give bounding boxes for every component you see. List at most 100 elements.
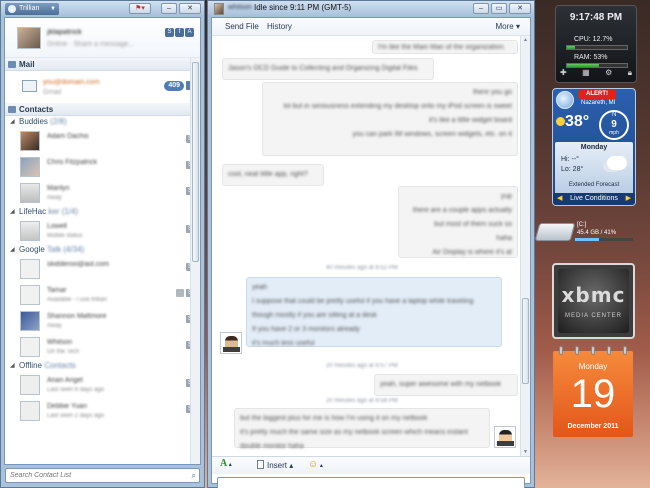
contact-status: Available - I use trillian — [47, 297, 107, 303]
search-icon[interactable]: ⌕ — [192, 471, 196, 481]
gadget-controls: ✚ ▦ ⚙ 🔒︎ — [560, 68, 632, 79]
weather-gadget[interactable]: ALERT! Nazareth, MI 38° N 9 mph Monday H… — [552, 88, 636, 206]
contact-item[interactable]: Adam Dachis S — [5, 128, 200, 154]
mail-section-label: Mail — [19, 60, 35, 69]
contact-item[interactable]: Whitson On the Tech S — [5, 334, 200, 360]
xbmc-tile[interactable]: xbmc MEDIA CENTER — [558, 269, 629, 333]
chat-toolbar: Send File History More ▾ — [212, 18, 530, 36]
trillian-menu-label: Trillian — [19, 5, 40, 12]
contact-item[interactable]: Chris Fitzpatrick S — [5, 154, 200, 180]
globe-icon[interactable] — [556, 91, 574, 109]
scrollbar-thumb[interactable] — [522, 298, 529, 384]
history-button[interactable]: History — [267, 22, 292, 31]
collapse-triangle-icon[interactable]: ◢ — [10, 206, 15, 218]
chat-message: Jason's OCD Guide to Collecting and Orga… — [222, 58, 434, 80]
insert-label: Insert — [267, 461, 288, 470]
close-button[interactable]: ✕ — [509, 3, 531, 14]
contact-item[interactable]: skidderoo@aol.com S — [5, 256, 200, 282]
chat-message: but the biggest plus for me is how I'm u… — [234, 408, 490, 450]
format-toolbar: A ▴ Insert ▴ ☺ ▴ — [212, 456, 530, 474]
extended-forecast-link[interactable]: Extended Forecast — [555, 182, 633, 188]
live-conditions-bar[interactable]: ◀ Live Conditions ▶ — [553, 193, 635, 205]
search-input[interactable] — [6, 469, 176, 482]
scroll-up-icon[interactable]: ▲ — [523, 37, 528, 43]
clock-time: 9:17:48 PM — [569, 12, 623, 23]
message-timestamp: 40 minutes ago at 8:52 PM — [326, 265, 398, 271]
drive-usage-bar — [575, 238, 633, 241]
message-input[interactable] — [218, 478, 524, 488]
close-button[interactable]: ✕ — [179, 3, 201, 14]
xbmc-logo: xbmc — [561, 283, 626, 307]
contact-item[interactable]: Tamar Available - I use trillian S — [5, 282, 200, 308]
my-profile[interactable]: jklapatrick Online · Share a message... … — [5, 18, 200, 58]
prev-arrow-icon[interactable]: ◀ — [557, 193, 562, 205]
cloud-icon — [607, 156, 627, 170]
xbmc-gadget[interactable]: xbmc MEDIA CENTER — [552, 263, 635, 339]
contact-item[interactable]: Anan Angel Last seen 6 days ago S — [5, 372, 200, 398]
clock-cpu-gadget[interactable]: 9:17:48 PM CPU: 12.7% RAM: 53% ✚ ▦ ⚙ 🔒︎ — [555, 5, 637, 83]
alerts-button[interactable]: ⚑▾ — [129, 3, 151, 14]
group-lifehacker[interactable]: ◢ LifeHac ker (1/4) — [5, 206, 200, 218]
avatar — [20, 337, 40, 357]
insert-button[interactable]: Insert ▴ — [257, 460, 293, 470]
chat-message: yeah I suppose that could be pretty usef… — [246, 277, 502, 347]
contact-item[interactable]: Debbie Yuan Last seen 2 days ago S — [5, 398, 200, 424]
contact-list-scrollbar[interactable] — [190, 58, 200, 464]
contact-name: Chris Fitzpatrick — [47, 159, 98, 166]
collapse-triangle-icon[interactable]: ◢ — [10, 116, 15, 128]
collapse-triangle-icon[interactable]: ◢ — [10, 244, 15, 256]
more-menu-button[interactable]: More ▾ — [496, 22, 520, 31]
send-file-button[interactable]: Send File — [225, 22, 259, 31]
group-offline-label: Offline — [19, 361, 42, 370]
chevron-up-icon: ▴ — [287, 461, 294, 470]
calendar-gadget[interactable]: Monday 19 December 2011 — [553, 346, 633, 437]
calendar-rings — [559, 346, 627, 355]
next-arrow-icon[interactable]: ▶ — [626, 193, 631, 205]
network-icon[interactable]: ▦ — [582, 68, 590, 79]
group-count: Contacts — [44, 361, 76, 370]
weather-alert-badge[interactable]: ALERT! — [578, 90, 616, 99]
minimize-button[interactable]: – — [161, 3, 177, 14]
scroll-down-icon[interactable]: ▼ — [523, 449, 528, 455]
facebook-icon[interactable]: f — [175, 28, 184, 37]
contact-name: Marilyn — [47, 185, 70, 192]
contact-search[interactable]: ⌕ — [5, 468, 200, 483]
lock-icon[interactable]: 🔒︎ — [628, 68, 632, 79]
group-google[interactable]: ◢ Google Talk (4/34) — [5, 244, 200, 256]
collapse-triangle-icon[interactable]: ◢ — [10, 360, 15, 372]
group-offline[interactable]: ◢ Offline Contacts — [5, 360, 200, 372]
group-buddies[interactable]: ◢ Buddies (2/8) — [5, 116, 200, 128]
forecast-day: Monday — [580, 144, 608, 151]
contact-item[interactable]: Shannon Mattmore Away S — [5, 308, 200, 334]
scrollbar-thumb[interactable] — [192, 62, 199, 262]
chat-transcript[interactable]: I'm like the Main Man of the organizatio… — [212, 36, 530, 456]
font-format-button[interactable]: A ▴ — [220, 458, 232, 469]
mail-account-row[interactable]: you@domain.com Gmail 409 — [5, 71, 200, 103]
trillian-menu-button[interactable]: Trillian ▼ — [5, 3, 59, 15]
live-conditions-label[interactable]: Live Conditions — [570, 195, 618, 202]
contact-item[interactable]: Lowell Mobile status S — [5, 218, 200, 244]
my-avatar[interactable] — [17, 27, 41, 49]
contact-item[interactable]: Marilyn Away S — [5, 180, 200, 206]
aim-icon[interactable]: A — [185, 28, 194, 37]
mail-section-header[interactable]: Mail — [5, 58, 200, 71]
add-icon[interactable]: ✚ — [560, 68, 567, 79]
message-input-box[interactable] — [217, 477, 525, 488]
chat-contact-avatar — [214, 3, 224, 15]
my-status-message[interactable]: Online · Share a message... — [47, 41, 134, 48]
drive-gadget[interactable]: [C:] 45.4 GB / 41% — [534, 220, 635, 244]
maximize-button[interactable]: ▭ — [491, 3, 507, 14]
group-count: ker (1/4) — [48, 207, 79, 216]
chat-scrollbar[interactable]: ▲ ▼ — [520, 36, 530, 456]
group-lifehacker-label: LifeHac — [19, 207, 47, 216]
contact-avatar — [220, 332, 242, 354]
contacts-section-header[interactable]: Contacts — [5, 103, 200, 116]
unread-count-badge: 409 — [164, 81, 184, 91]
emoticon-button[interactable]: ☺ ▴ — [308, 459, 323, 470]
cpu-bar-fill — [567, 46, 575, 49]
group-google-label: Google — [19, 245, 45, 254]
skype-icon[interactable]: S — [165, 28, 174, 37]
settings-icon[interactable]: ⚙ — [605, 68, 612, 79]
wind-compass: N 9 mph — [599, 110, 629, 140]
minimize-button[interactable]: – — [473, 3, 489, 14]
